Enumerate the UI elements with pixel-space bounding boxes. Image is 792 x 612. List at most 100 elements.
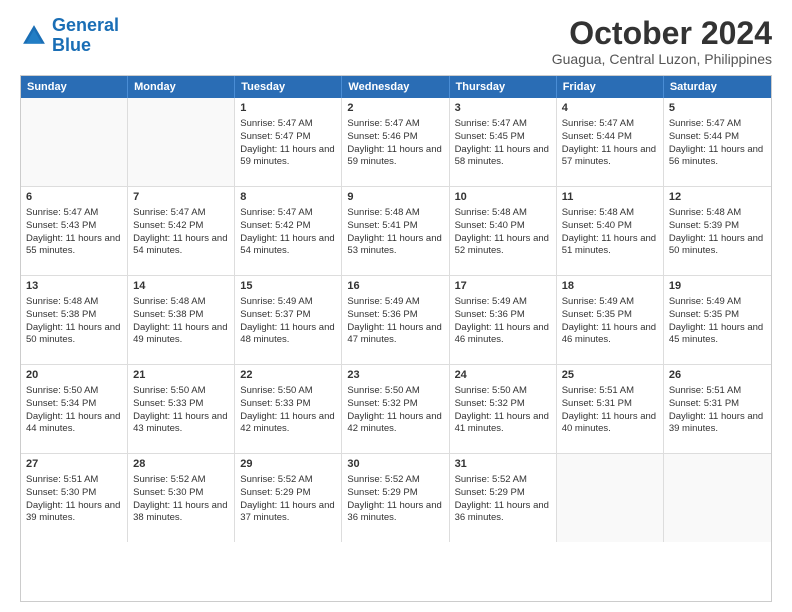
calendar-cell: 25Sunrise: 5:51 AMSunset: 5:31 PMDayligh… [557,365,664,453]
sunrise: Sunrise: 5:51 AM [669,385,741,396]
calendar-cell: 26 Sunrise: 5:51 AM Sunset: 5:31 PM Dayligh… [664,365,771,453]
calendar-cell [21,98,128,186]
daylight: Daylight: 11 hours and 36 minutes. [455,500,549,524]
sunrise: Sunrise: 5:50 AM [347,385,419,396]
daylight: Daylight: 11 hours and 46 minutes. [455,322,549,346]
sunrise: Sunrise: 5:49 AM [240,296,312,307]
sunrise: Sunrise: 5:52 AM [240,474,312,485]
sunrise: Sunrise: 5:48 AM [562,207,634,218]
daylight: Daylight: 11 hours and 44 minutes. [26,411,120,435]
header-day-sunday: Sunday [21,76,128,98]
calendar-cell: 19Sunrise: 5:49 AMSunset: 5:35 PMDayligh… [664,276,771,364]
sunrise: Sunrise: 5:47 AM [26,207,98,218]
calendar-cell: 28Sunrise: 5:52 AMSunset: 5:30 PMDayligh… [128,454,235,542]
sunrise: Sunrise: 5:51 AM [26,474,98,485]
sunrise: Sunrise: 5:51 AM [562,385,634,396]
day-number: 10 [455,190,551,205]
daylight: Daylight: 11 hours and 43 minutes. [133,411,227,435]
logo: General Blue [20,16,119,56]
day-number: 7 [133,190,229,205]
sunset: Sunset: 5:31 PM [669,398,739,409]
day-number: 16 [347,279,443,294]
header-day-saturday: Saturday [664,76,771,98]
calendar-cell: 10Sunrise: 5:48 AMSunset: 5:40 PMDayligh… [450,187,557,275]
daylight: Daylight: 11 hours and 59 minutes. [347,144,441,168]
daylight: Daylight: 11 hours and 52 minutes. [455,233,549,257]
sunset: Sunset: 5:35 PM [669,309,739,320]
sunrise: Sunrise: 5:50 AM [133,385,205,396]
sunrise: Sunrise: 5:49 AM [669,296,741,307]
logo-text: General Blue [52,16,119,56]
day-number: 1 [240,101,336,116]
calendar-cell: 15 Sunrise: 5:49 AM Sunset: 5:37 PM Dayligh… [235,276,342,364]
calendar-cell: 2Sunrise: 5:47 AMSunset: 5:46 PMDaylight… [342,98,449,186]
sunrise: Sunrise: 5:52 AM [455,474,527,485]
daylight: Daylight: 11 hours and 42 minutes. [240,411,334,435]
daylight: Daylight: 11 hours and 41 minutes. [455,411,549,435]
sunset: Sunset: 5:45 PM [455,131,525,142]
daylight: Daylight: 11 hours and 36 minutes. [347,500,441,524]
daylight: Daylight: 11 hours and 46 minutes. [562,322,656,346]
daylight: Daylight: 11 hours and 55 minutes. [26,233,120,257]
day-number: 21 [133,368,229,383]
sunset: Sunset: 5:29 PM [240,487,310,498]
daylight: Daylight: 11 hours and 51 minutes. [562,233,656,257]
sunrise: Sunrise: 5:50 AM [26,385,98,396]
calendar-cell: 22Sunrise: 5:50 AMSunset: 5:33 PMDayligh… [235,365,342,453]
sunrise: Sunrise: 5:49 AM [455,296,527,307]
daylight: Daylight: 11 hours and 57 minutes. [562,144,656,168]
calendar-cell: 16Sunrise: 5:49 AMSunset: 5:36 PMDayligh… [342,276,449,364]
sunset: Sunset: 5:37 PM [240,309,310,320]
day-number: 18 [562,279,658,294]
daylight: Daylight: 11 hours and 39 minutes. [26,500,120,524]
sunset: Sunset: 5:32 PM [347,398,417,409]
daylight: Daylight: 11 hours and 59 minutes. [240,144,334,168]
sunrise: Sunrise: 5:47 AM [240,118,312,129]
month-title: October 2024 [552,16,772,51]
daylight: Daylight: 11 hours and 47 minutes. [347,322,441,346]
day-number: 23 [347,368,443,383]
daylight: Daylight: 11 hours and 39 minutes. [669,411,763,435]
day-number: 29 [240,457,336,472]
header-day-wednesday: Wednesday [342,76,449,98]
calendar-cell: 14Sunrise: 5:48 AMSunset: 5:38 PMDayligh… [128,276,235,364]
day-number: 9 [347,190,443,205]
day-number: 24 [455,368,551,383]
sunrise: Sunrise: 5:48 AM [133,296,205,307]
sunrise: Sunrise: 5:47 AM [133,207,205,218]
daylight: Daylight: 11 hours and 49 minutes. [133,322,227,346]
sunset: Sunset: 5:29 PM [455,487,525,498]
calendar-cell [128,98,235,186]
daylight: Daylight: 11 hours and 50 minutes. [669,233,763,257]
daylight: Daylight: 11 hours and 54 minutes. [240,233,334,257]
calendar-cell: 30Sunrise: 5:52 AMSunset: 5:29 PMDayligh… [342,454,449,542]
calendar-week-3: 13Sunrise: 5:48 AMSunset: 5:38 PMDayligh… [21,276,771,365]
header-day-thursday: Thursday [450,76,557,98]
sunset: Sunset: 5:42 PM [133,220,203,231]
sunset: Sunset: 5:41 PM [347,220,417,231]
day-number: 19 [669,279,766,294]
calendar-cell: 24Sunrise: 5:50 AMSunset: 5:32 PMDayligh… [450,365,557,453]
day-number: 17 [455,279,551,294]
calendar-header: SundayMondayTuesdayWednesdayThursdayFrid… [21,76,771,98]
sunset: Sunset: 5:38 PM [133,309,203,320]
day-number: 20 [26,368,122,383]
sunrise: Sunrise: 5:50 AM [240,385,312,396]
day-number: 26 [669,368,766,383]
location: Guagua, Central Luzon, Philippines [552,51,772,67]
title-section: October 2024 Guagua, Central Luzon, Phil… [552,16,772,67]
day-number: 5 [669,101,766,116]
sunrise: Sunrise: 5:52 AM [347,474,419,485]
daylight: Daylight: 11 hours and 48 minutes. [240,322,334,346]
calendar-cell: 17Sunrise: 5:49 AMSunset: 5:36 PMDayligh… [450,276,557,364]
daylight: Daylight: 11 hours and 58 minutes. [455,144,549,168]
sunset: Sunset: 5:46 PM [347,131,417,142]
calendar-cell: 6Sunrise: 5:47 AMSunset: 5:43 PMDaylight… [21,187,128,275]
day-number: 30 [347,457,443,472]
day-number: 4 [562,101,658,116]
sunset: Sunset: 5:44 PM [562,131,632,142]
day-number: 15 [240,279,336,294]
calendar-cell: 21Sunrise: 5:50 AMSunset: 5:33 PMDayligh… [128,365,235,453]
sunrise: Sunrise: 5:50 AM [455,385,527,396]
sunrise: Sunrise: 5:47 AM [347,118,419,129]
